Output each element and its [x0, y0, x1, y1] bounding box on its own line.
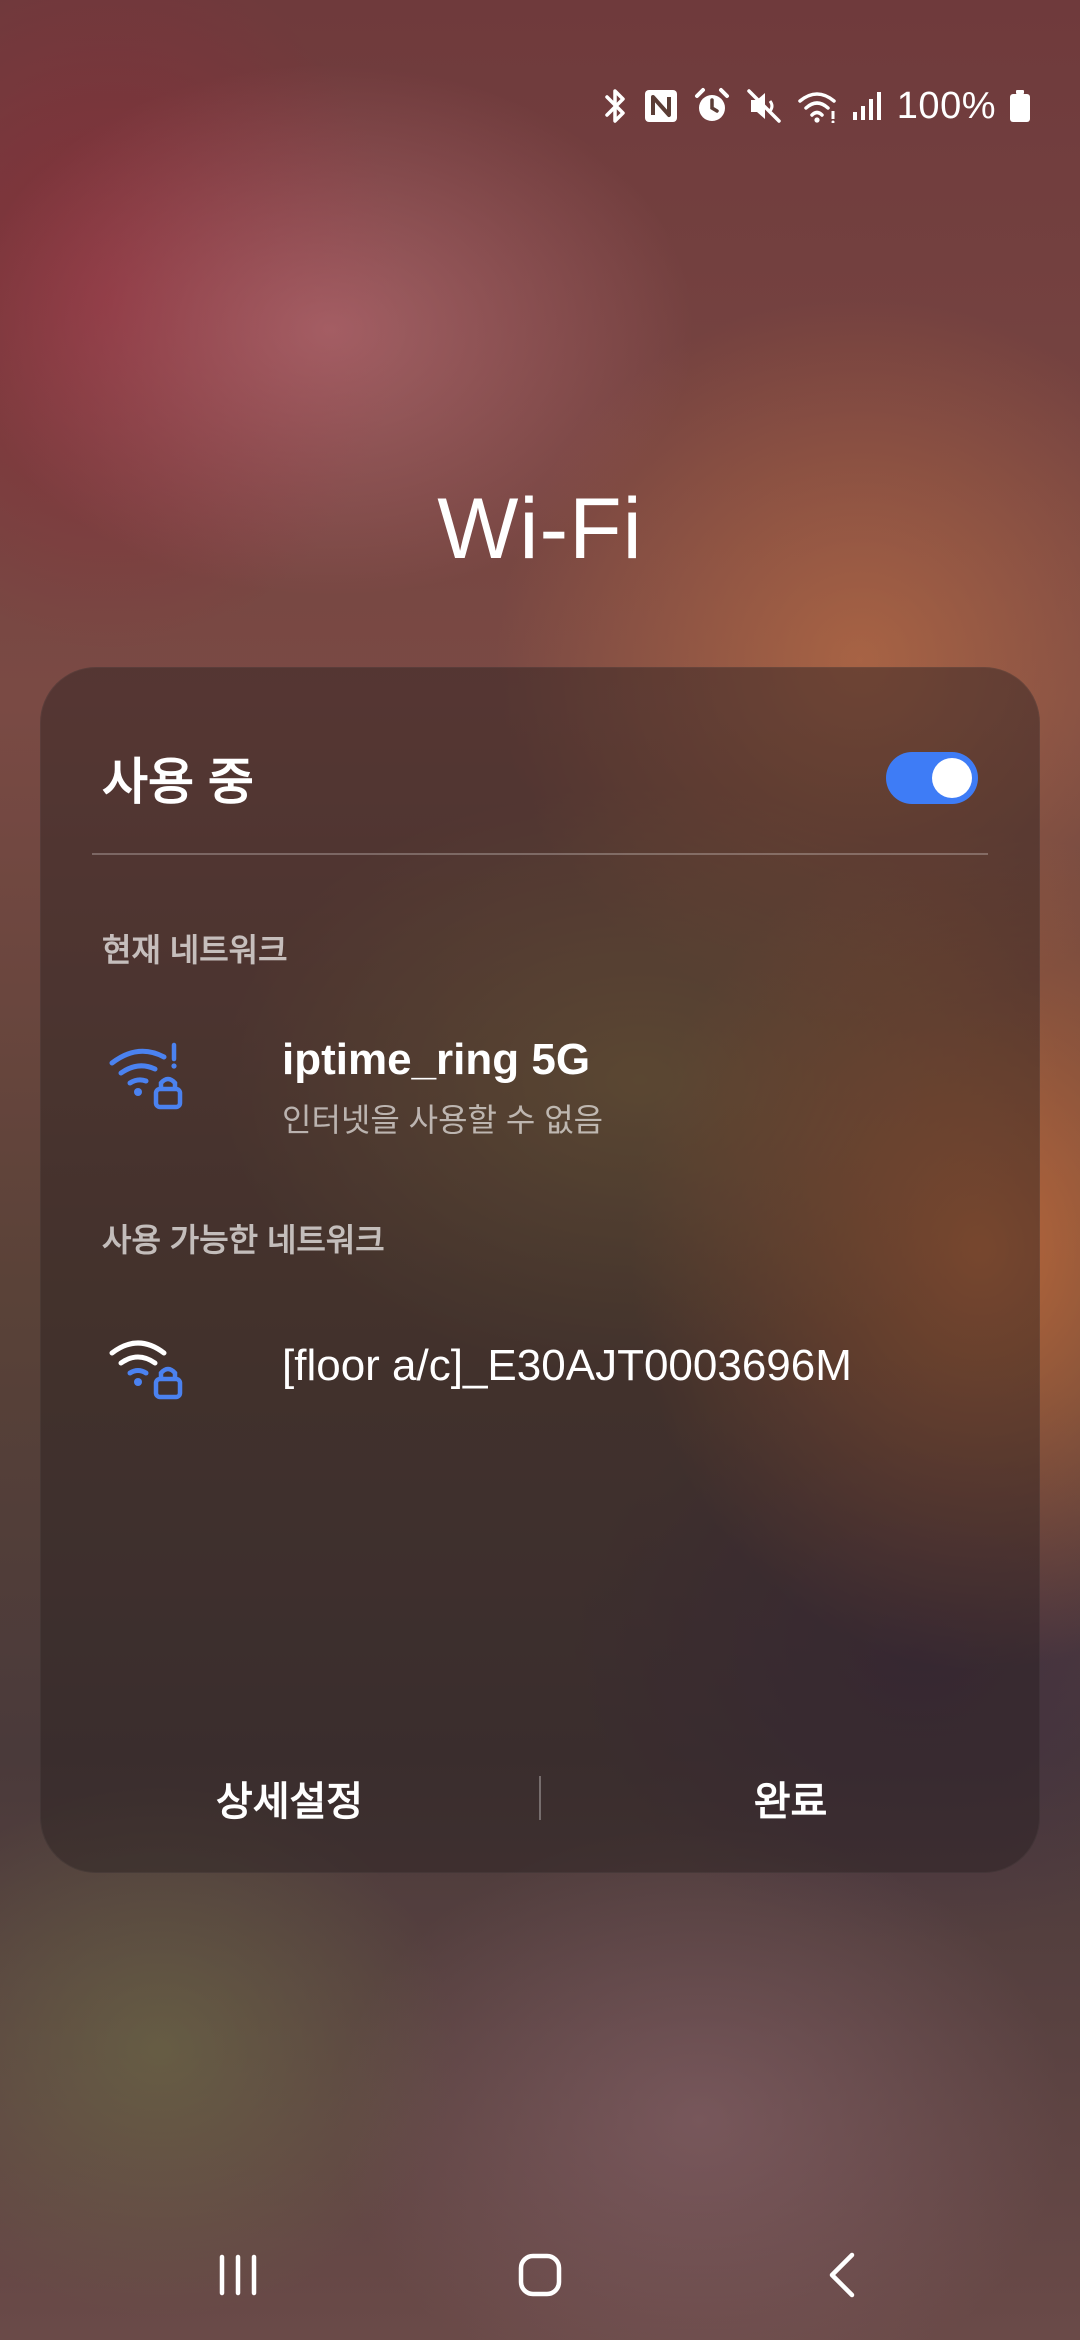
done-button[interactable]: 완료 — [541, 1769, 1040, 1827]
wifi-status-label: 사용 중 — [102, 754, 254, 810]
wifi-toggle-row[interactable]: 사용 중 — [102, 725, 978, 831]
divider — [92, 853, 988, 855]
back-button[interactable] — [782, 2230, 902, 2320]
wifi-panel: 사용 중 현재 네트워크 iptime_ring 5G 인터넷을 사용할 수 없… — [40, 667, 1040, 1873]
available-network-name: [floor a/c]_E30AJT0003696M — [282, 1341, 852, 1390]
mute-icon — [745, 86, 783, 126]
current-network-status: 인터넷을 사용할 수 없음 — [282, 1102, 604, 1138]
available-networks-section-label: 사용 가능한 네트워크 — [102, 1222, 385, 1258]
current-network-name: iptime_ring 5G — [282, 1035, 591, 1084]
recent-apps-button[interactable] — [178, 2230, 298, 2320]
toggle-knob — [932, 758, 972, 798]
alarm-icon — [693, 86, 731, 126]
available-network-item[interactable]: [floor a/c]_E30AJT0003696M — [40, 1297, 1040, 1427]
advanced-settings-button[interactable]: 상세설정 — [40, 1769, 539, 1827]
bluetooth-icon — [603, 86, 629, 126]
wifi-lock-icon — [109, 1340, 183, 1400]
panel-footer: 상세설정 완료 — [40, 1723, 1040, 1873]
battery-icon — [1010, 90, 1030, 122]
home-icon — [518, 2253, 562, 2297]
wifi-icon — [797, 86, 837, 126]
navigation-bar — [0, 2230, 1080, 2320]
wifi-lock-warning-icon — [109, 1042, 183, 1110]
status-bar: 100% — [603, 78, 1030, 134]
current-network-section-label: 현재 네트워크 — [102, 932, 288, 968]
page-title: Wi-Fi — [437, 481, 643, 577]
recent-apps-icon — [219, 2254, 257, 2296]
nfc-icon — [643, 86, 679, 126]
battery-percentage: 100% — [896, 84, 996, 127]
signal-icon — [851, 86, 883, 126]
home-button[interactable] — [480, 2230, 600, 2320]
back-icon — [829, 2252, 855, 2298]
wifi-toggle[interactable] — [886, 752, 978, 804]
current-network-item[interactable]: iptime_ring 5G 인터넷을 사용할 수 없음 — [40, 1007, 1040, 1147]
